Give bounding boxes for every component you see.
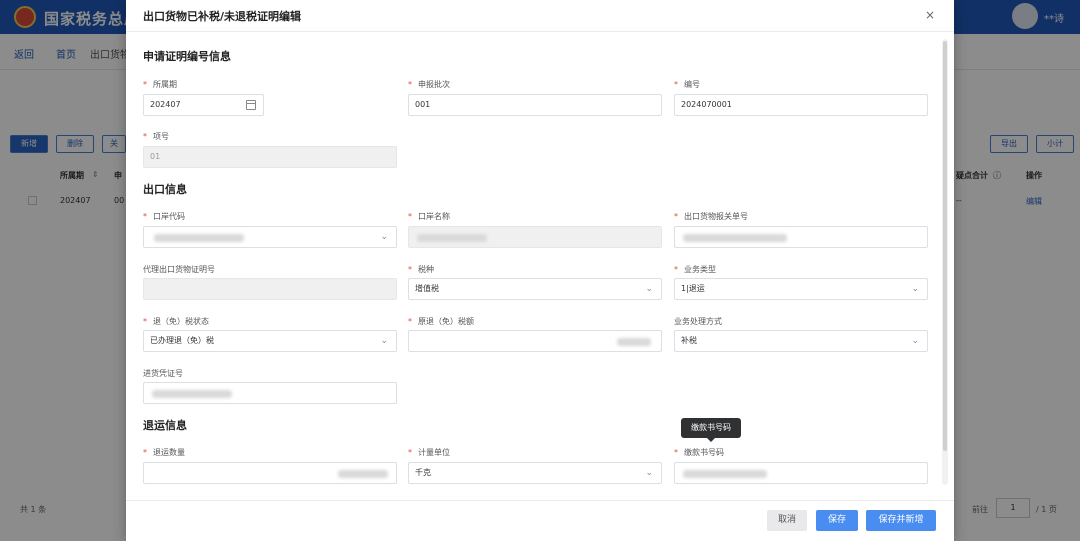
biz-type-label: * 业务类型 — [674, 265, 716, 274]
voucher-label: 进货凭证号 — [143, 369, 183, 378]
calendar-icon[interactable] — [246, 100, 256, 110]
close-icon[interactable]: × — [921, 6, 939, 24]
redacted-value — [338, 470, 388, 478]
chevron-down-icon: ⌄ — [911, 336, 919, 346]
customs-number-input[interactable] — [674, 226, 928, 248]
port-code-label: * 口岸代码 — [143, 212, 185, 221]
tax-type-select[interactable]: 增值税 ⌄ — [408, 278, 662, 300]
number-input[interactable]: 2024070001 — [674, 94, 928, 116]
handling-label: 业务处理方式 — [674, 317, 722, 326]
period-value: 202407 — [150, 100, 181, 109]
section-title-application: 申请证明编号信息 — [143, 50, 231, 63]
payment-number-tooltip: 缴款书号码 — [681, 418, 741, 442]
chevron-down-icon: ⌄ — [645, 468, 653, 478]
number-label: * 编号 — [674, 80, 700, 89]
redacted-value — [152, 390, 232, 398]
save-button[interactable]: 保存 — [816, 510, 858, 531]
batch-value: 001 — [415, 100, 431, 109]
period-date-picker[interactable]: 202407 — [143, 94, 264, 116]
edit-dialog: 出口货物已补税/未退税证明编辑 × 申请证明编号信息 * 所属期 202407 *… — [126, 0, 954, 541]
period-label: * 所属期 — [143, 80, 177, 89]
port-name-input — [408, 226, 662, 248]
unit-label: * 计量单位 — [408, 448, 450, 457]
tax-type-label: * 税种 — [408, 265, 434, 274]
number-value: 2024070001 — [681, 100, 732, 109]
chevron-down-icon: ⌄ — [645, 284, 653, 294]
dialog-header: 出口货物已补税/未退税证明编辑 × — [126, 0, 954, 32]
tax-type-value: 增值税 — [415, 284, 439, 293]
scrollbar-thumb[interactable] — [943, 41, 947, 451]
chevron-down-icon: ⌄ — [911, 284, 919, 294]
unit-value: 千克 — [415, 468, 431, 477]
chevron-down-icon: ⌄ — [380, 232, 388, 242]
cancel-button[interactable]: 取消 — [767, 510, 807, 531]
port-name-label: * 口岸名称 — [408, 212, 450, 221]
refund-status-select[interactable]: 已办理退（免）税 ⌄ — [143, 330, 397, 352]
handling-value: 补税 — [681, 336, 697, 345]
agent-cert-input — [143, 278, 397, 300]
orig-amount-label: * 原退（免）税额 — [408, 317, 474, 326]
batch-label: * 申报批次 — [408, 80, 450, 89]
customs-number-label: * 出口货物报关单号 — [674, 212, 748, 221]
batch-input[interactable]: 001 — [408, 94, 662, 116]
return-qty-input[interactable] — [143, 462, 397, 484]
handling-select[interactable]: 补税 ⌄ — [674, 330, 928, 352]
payment-number-label: * 缴款书号码 — [674, 448, 724, 457]
agent-cert-label: 代理出口货物证明号 — [143, 265, 215, 274]
redacted-value — [683, 234, 787, 242]
item-label: * 项号 — [143, 132, 169, 141]
payment-number-input[interactable] — [674, 462, 928, 484]
save-and-new-button[interactable]: 保存并新增 — [866, 510, 936, 531]
dialog-body[interactable]: 申请证明编号信息 * 所属期 202407 * 申报批次 001 * 编号 20240… — [126, 33, 954, 500]
dialog-title: 出口货物已补税/未退税证明编辑 — [143, 10, 302, 23]
orig-amount-input[interactable] — [408, 330, 662, 352]
biz-type-select[interactable]: 1|退运 ⌄ — [674, 278, 928, 300]
redacted-value — [417, 234, 487, 242]
unit-select[interactable]: 千克 ⌄ — [408, 462, 662, 484]
redacted-value — [683, 470, 767, 478]
port-code-select[interactable]: ⌄ — [143, 226, 397, 248]
return-qty-label: * 退运数量 — [143, 448, 185, 457]
chevron-down-icon: ⌄ — [380, 336, 388, 346]
section-title-export: 出口信息 — [143, 183, 187, 196]
redacted-value — [154, 234, 244, 242]
dialog-footer: 取消 保存 保存并新增 — [126, 500, 954, 541]
refund-status-label: * 退（免）税状态 — [143, 317, 209, 326]
biz-type-value: 1|退运 — [681, 284, 705, 293]
item-value: 01 — [150, 152, 161, 161]
section-title-return: 退运信息 — [143, 419, 187, 432]
voucher-input[interactable] — [143, 382, 397, 404]
redacted-value — [617, 338, 651, 346]
refund-status-value: 已办理退（免）税 — [150, 336, 214, 345]
item-input: 01 — [143, 146, 397, 168]
